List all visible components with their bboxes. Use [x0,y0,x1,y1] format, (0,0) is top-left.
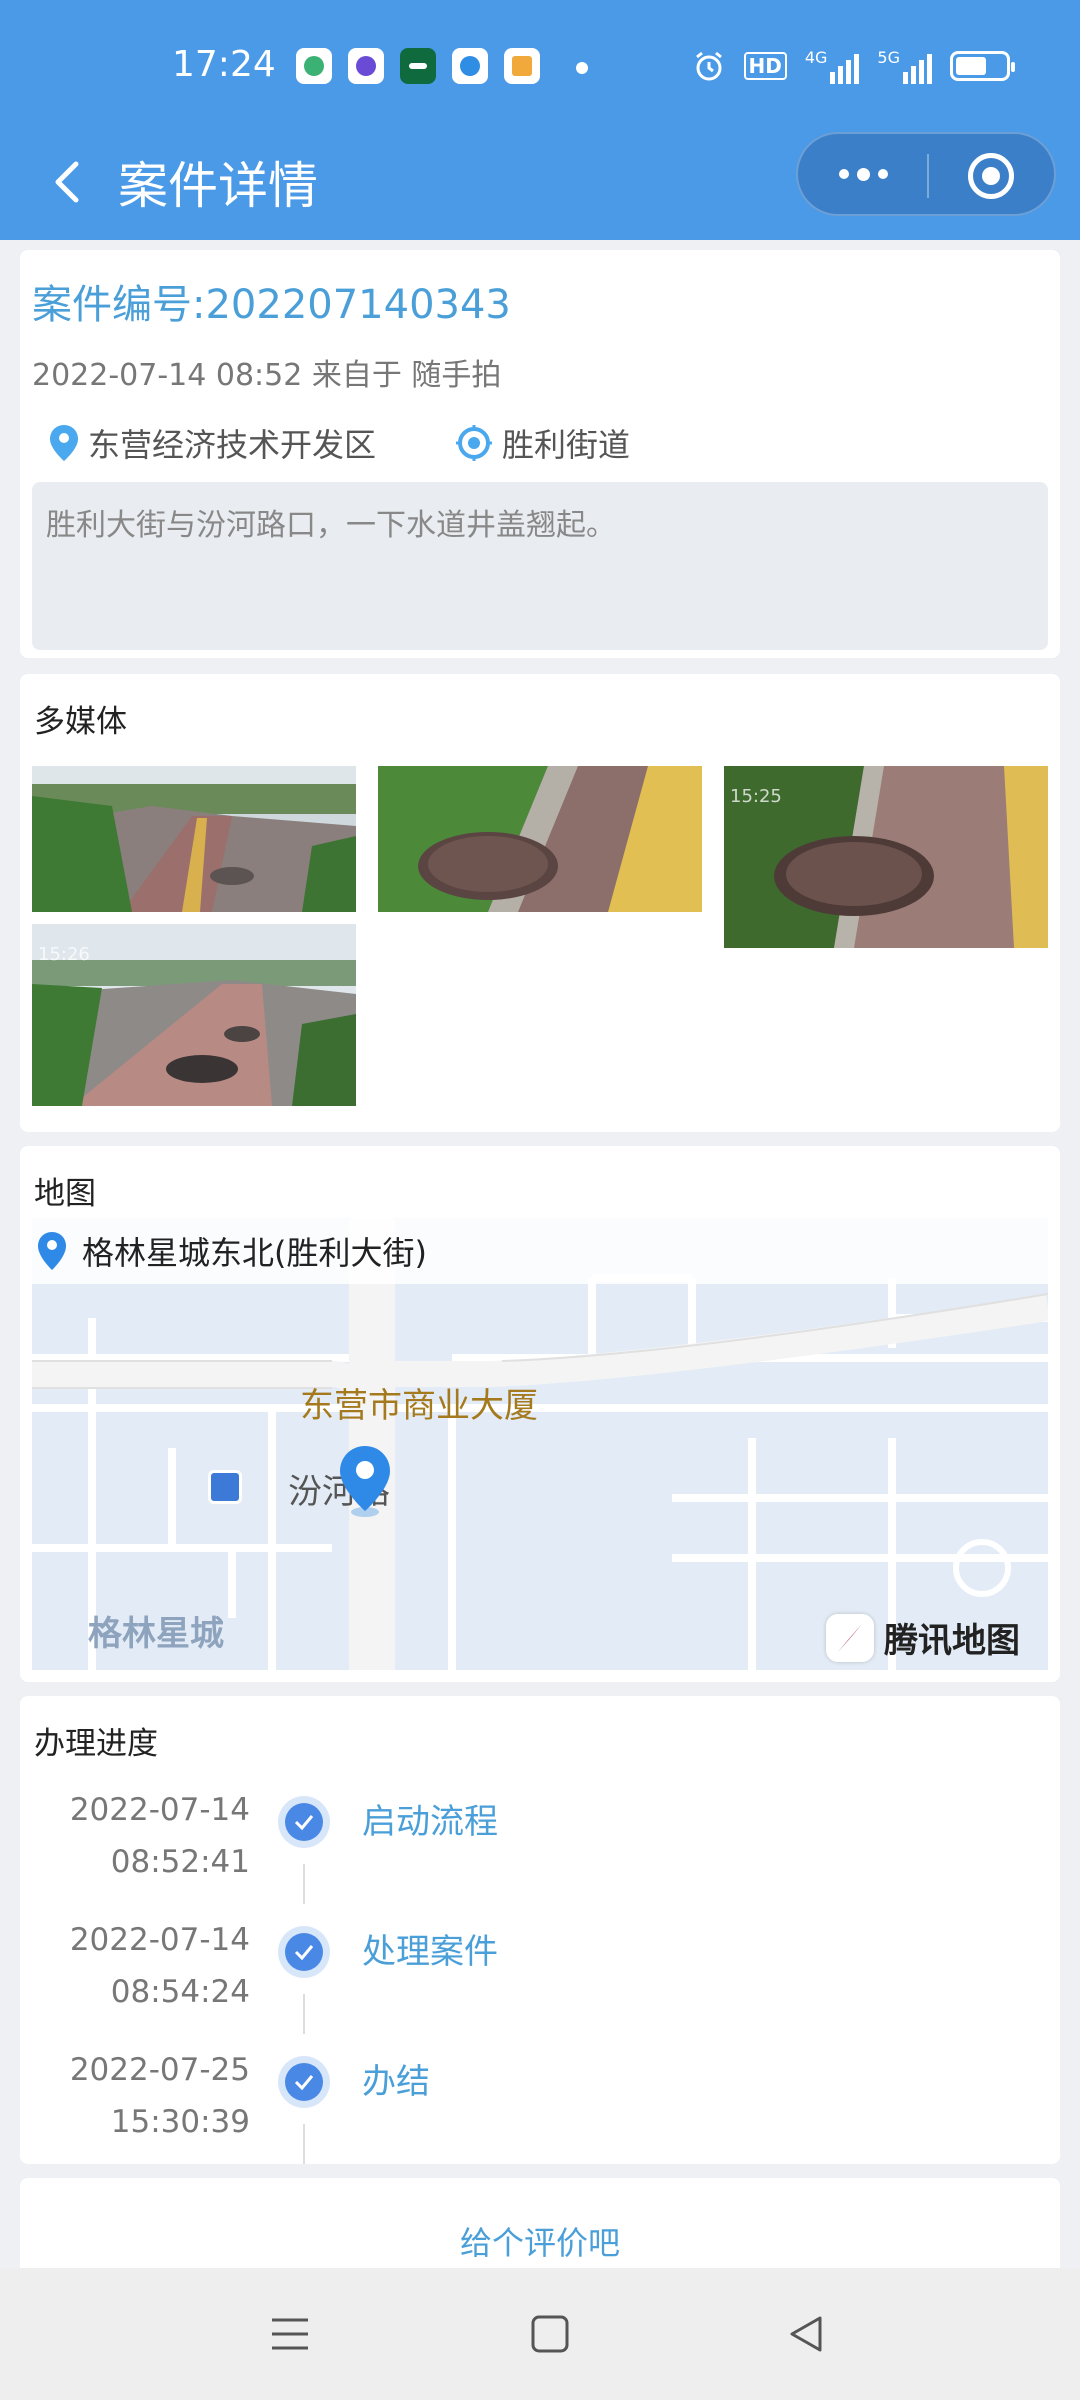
check-icon [278,2056,330,2108]
step-date: 2022-07-14 [69,1922,250,1958]
street-name: 胜利街道 [502,426,631,464]
menu-icon [272,2318,308,2350]
network-4g-label: 4G [804,48,828,67]
photo-timestamp: 15:26 [38,944,90,965]
multimedia-card: 多媒体 15:25 15:26 [20,674,1060,1132]
map-title: 地图 [34,1176,96,1212]
progress-card: 办理进度 2022-07-14 08:52:41 启动流程 2022-07-14… [20,1696,1060,2164]
more-notifications-dot [576,62,588,74]
media-photo-4[interactable]: 15:26 [32,924,356,1106]
map-label-building: 东营市商业大厦 [300,1386,538,1426]
progress-title: 办理进度 [34,1726,158,1762]
map-logo-text: 腾讯地图 [884,1621,1020,1661]
status-time: 17:24 [172,44,276,85]
step-date: 2022-07-25 [69,2052,250,2088]
step-label: 启动流程 [362,1802,498,1842]
timeline-connector [303,1864,305,1904]
step-label: 处理案件 [362,1932,498,1972]
signal-4g-icon: 4G [805,48,860,84]
case-description: 胜利大街与汾河路口，一下水道井盖翘起。 [32,482,1048,650]
close-miniprogram-button[interactable] [968,153,1014,199]
home-button[interactable] [490,2268,610,2400]
map-address: 格林星城东北(胜利大街) [82,1234,427,1272]
system-nav-bar [0,2268,1080,2400]
nav-bar: 案件详情 [0,130,1080,240]
back-icon[interactable] [38,152,98,212]
step-datetime: 2022-07-14 08:52:41 [70,1784,250,1888]
location-pin-icon [50,425,78,461]
home-square-icon [531,2315,569,2353]
case-number: 案件编号:202207140343 [32,282,511,328]
step-time: 15:30:39 [110,2104,250,2140]
step-date: 2022-07-14 [69,1792,250,1828]
progress-step: 2022-07-14 08:52:41 启动流程 [20,1784,1060,1914]
compass-icon [826,1613,874,1662]
video-app-icon [296,48,332,84]
check-icon [278,1796,330,1848]
status-bar: 17:24 HD 4G 5G [0,0,1080,130]
location-pin-icon [38,1232,66,1270]
battery-icon [950,51,1015,81]
step-datetime: 2022-07-25 15:30:39 [70,2044,250,2148]
more-menu-button[interactable] [798,134,928,214]
progress-step: 2022-07-14 08:54:24 处理案件 [20,1914,1060,2044]
network-5g-label: 5G [877,48,900,67]
bus-stop-icon [208,1470,242,1504]
signal-5g-icon: 5G [877,48,932,84]
system-status-icons: HD 4G 5G [692,48,1015,84]
page-title: 案件详情 [118,157,318,215]
multimedia-title: 多媒体 [34,704,127,740]
case-meta: 2022-07-14 08:52 来自于 随手拍 [32,358,502,393]
timeline-connector [303,1994,305,2034]
locate-target-icon [456,425,492,461]
recent-apps-button[interactable] [230,2268,350,2400]
step-time: 08:54:24 [110,1974,250,2010]
step-time: 08:52:41 [110,1844,250,1880]
media-photo-1[interactable] [32,766,356,912]
step-label: 办结 [362,2062,430,2102]
media-photo-3[interactable]: 15:25 [724,766,1048,948]
wallet-app-icon [504,48,540,84]
rate-button[interactable]: 给个评价吧 [20,2218,1060,2264]
street-tag: 胜利街道 [456,420,630,466]
map-label-area: 格林星城 [88,1614,224,1654]
notification-icons [296,48,540,84]
hd-icon: HD [743,52,787,80]
map-marker-icon [340,1446,390,1517]
oppo-app-icon [400,48,436,84]
case-info-card: 案件编号:202207140343 2022-07-14 08:52 来自于 随… [20,250,1060,658]
telegram-app-icon [452,48,488,84]
tencent-map-logo: 腾讯地图 [826,1613,1020,1662]
media-photo-2[interactable] [378,766,702,912]
progress-step: 2022-07-25 15:30:39 办结 [20,2044,1060,2174]
photo-timestamp: 15:25 [730,786,782,807]
alarm-icon [695,51,722,81]
district-tag: 东营经济技术开发区 [50,420,376,466]
map-address-bar: 格林星城东北(胜利大街) [32,1218,1048,1284]
back-button[interactable] [746,2268,866,2400]
timeline-connector [303,2124,305,2164]
check-icon [278,1926,330,1978]
step-datetime: 2022-07-14 08:54:24 [70,1914,250,2018]
back-triangle-icon [790,2316,822,2352]
miniprogram-capsule [796,132,1056,216]
podcast-app-icon [348,48,384,84]
map-view[interactable]: 格林星城东北(胜利大街) 东营市商业大厦 汾河路 格林星城 腾讯地图 [32,1218,1048,1670]
map-card: 地图 格林星城东北(胜利大街) 东营市商业大厦 汾河路 格林星城 腾讯地图 [20,1146,1060,1682]
capsule-divider [927,154,929,198]
district-name: 东营经济技术开发区 [88,426,377,464]
